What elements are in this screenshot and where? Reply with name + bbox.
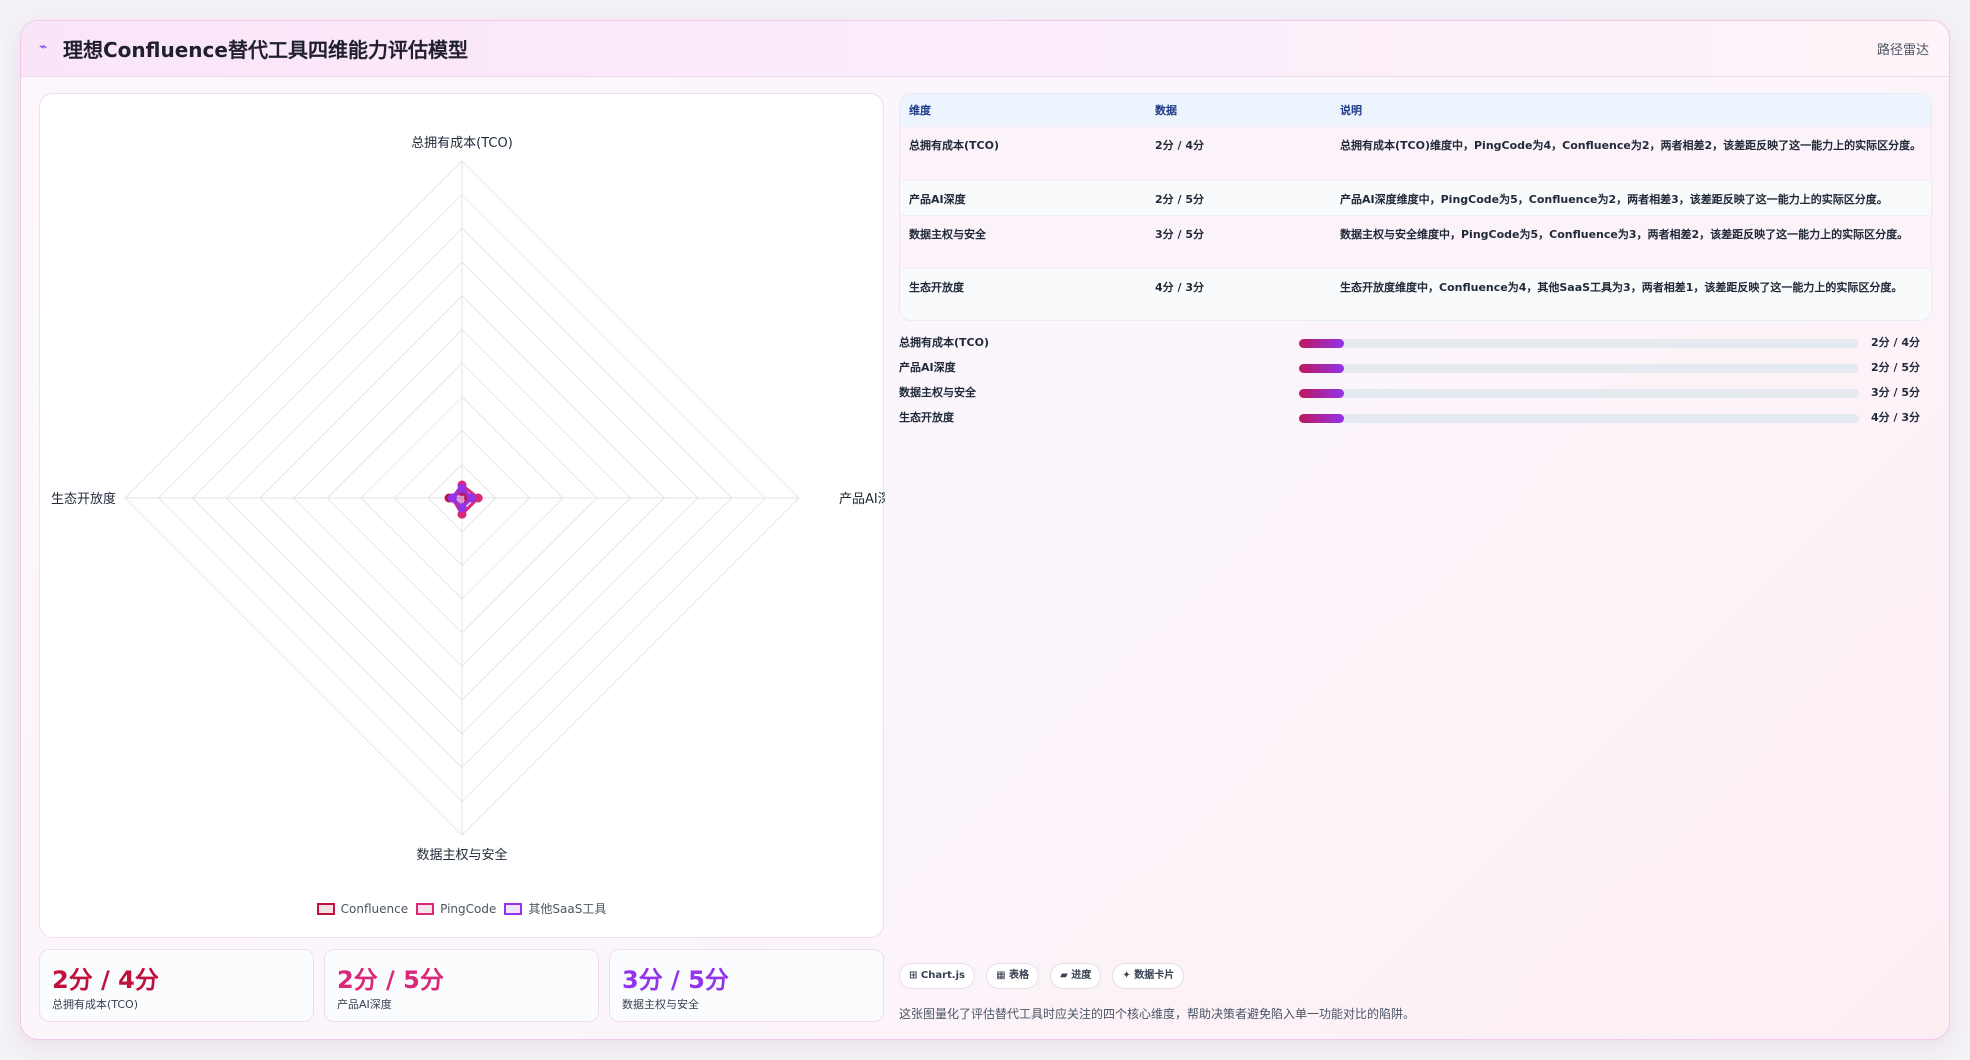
progress-row: 总拥有成本(TCO) 2分 / 4分 xyxy=(899,331,1932,356)
progress-track xyxy=(1299,389,1859,398)
progress-fill xyxy=(1299,364,1344,373)
data-table: 维度 数据 说明 总拥有成本(TCO) 2分 / 4分 总拥有成本(TCO)维度… xyxy=(899,93,1932,321)
radar-icon: ⌁ xyxy=(39,39,48,55)
footnote: 这张图量化了评估替代工具时应关注的四个核心维度，帮助决策者避免陷入单一功能对比的… xyxy=(899,1007,1416,1021)
table-cell: 数据主权与安全 xyxy=(909,227,986,241)
axis-label: 总拥有成本(TCO) xyxy=(411,136,513,151)
progress-label: 数据主权与安全 xyxy=(899,386,976,399)
chip-data-card[interactable]: ✦ 数据卡片 xyxy=(1112,963,1185,989)
stat-card-tco: 2分 / 4分 总拥有成本(TCO) xyxy=(39,949,314,1022)
progress-track xyxy=(1299,364,1859,373)
stat-value: 3分 / 5分 xyxy=(622,966,729,994)
legend-item[interactable]: PingCode xyxy=(416,902,496,916)
table-header-description: 说明 xyxy=(1340,103,1362,117)
table-cell: 产品AI深度维度中，PingCode为5，Confluence为2，两者相差3，… xyxy=(1340,192,1888,206)
table-cell: 数据主权与安全维度中，PingCode为5，Confluence为3，两者相差2… xyxy=(1340,227,1909,241)
legend-swatch xyxy=(504,902,523,915)
chart-legend: Confluence PingCode 其他SaaS工具 xyxy=(40,900,883,918)
legend-item[interactable]: Confluence xyxy=(316,901,409,916)
legend-item[interactable]: 其他SaaS工具 xyxy=(504,900,606,917)
progress-fill xyxy=(1299,414,1344,423)
page-title: 理想Confluence替代工具四维能力评估模型 xyxy=(63,38,468,62)
table-header-data: 数据 xyxy=(1155,103,1177,117)
view-chips: ⊞ Chart.js ▦ 表格 ▰ 进度 ✦ 数据卡片 xyxy=(899,963,1190,989)
radar-chart: 总拥有成本(TCO) 产品AI深度数据主权与安全 生态开放度 xyxy=(51,136,885,863)
chip-table[interactable]: ▦ 表格 xyxy=(986,963,1039,989)
header: ⌁ 理想Confluence替代工具四维能力评估模型 路径雷达 xyxy=(21,21,1949,77)
table-cell: 4分 / 3分 xyxy=(1155,280,1204,294)
radar-chart-panel: 总拥有成本(TCO) 产品AI深度数据主权与安全 生态开放度 Confluence P… xyxy=(39,93,885,938)
progress-row: 产品AI深度 2分 / 5分 xyxy=(899,356,1932,381)
legend-swatch xyxy=(416,902,435,915)
table-cell: 产品AI深度 xyxy=(909,192,966,206)
series-point xyxy=(457,503,467,513)
table-cell: 总拥有成本(TCO)维度中，PingCode为4，Confluence为2，两者… xyxy=(1340,138,1922,152)
progress-label: 总拥有成本(TCO) xyxy=(899,336,989,349)
table-cell: 总拥有成本(TCO) xyxy=(909,138,999,152)
stat-label: 产品AI深度 xyxy=(337,998,392,1011)
table-row: 总拥有成本(TCO) 2分 / 4分 总拥有成本(TCO)维度中，PingCod… xyxy=(900,126,1931,180)
progress-row: 数据主权与安全 3分 / 5分 xyxy=(899,381,1932,406)
main-card: ⌁ 理想Confluence替代工具四维能力评估模型 路径雷达 总拥有成本(TC… xyxy=(20,20,1950,1040)
table-row: 数据主权与安全 3分 / 5分 数据主权与安全维度中，PingCode为5，Co… xyxy=(900,215,1931,268)
table-cell: 3分 / 5分 xyxy=(1155,227,1204,241)
progress-fill xyxy=(1299,339,1344,348)
series-point xyxy=(467,493,477,503)
progress-value: 4分 / 3分 xyxy=(1871,411,1920,424)
table-cell: 生态开放度维度中，Confluence为4，其他SaaS工具为3，两者相差1，该… xyxy=(1340,280,1903,294)
legend-swatch xyxy=(316,902,335,915)
table-cell: 2分 / 5分 xyxy=(1155,192,1204,206)
progress-value: 2分 / 5分 xyxy=(1871,361,1920,374)
stat-value: 2分 / 5分 xyxy=(337,966,444,994)
table-row: 生态开放度 4分 / 3分 生态开放度维度中，Confluence为4，其他Sa… xyxy=(900,268,1931,320)
table-header-dimension: 维度 xyxy=(909,103,931,117)
legend-label: 其他SaaS工具 xyxy=(528,902,607,916)
progress-label: 产品AI深度 xyxy=(899,361,956,374)
legend-label: Confluence xyxy=(340,901,409,916)
progress-list: 总拥有成本(TCO) 2分 / 4分 产品AI深度 2分 / 5分 数据主权与安… xyxy=(899,331,1932,431)
stat-label: 数据主权与安全 xyxy=(622,998,699,1011)
table-header-row: 维度 数据 说明 xyxy=(900,94,1931,126)
stat-card-ai-depth: 2分 / 5分 产品AI深度 xyxy=(324,949,599,1022)
series-point xyxy=(447,493,457,503)
series-point xyxy=(457,483,467,493)
axis-label: 产品AI深度 xyxy=(839,491,885,507)
stat-label: 总拥有成本(TCO) xyxy=(52,998,138,1011)
header-badge: 路径雷达 xyxy=(1876,43,1929,58)
progress-value: 2分 / 4分 xyxy=(1871,336,1920,349)
table-row: 产品AI深度 2分 / 5分 产品AI深度维度中，PingCode为5，Conf… xyxy=(900,180,1931,215)
stat-value: 2分 / 4分 xyxy=(52,966,159,994)
progress-track xyxy=(1299,339,1859,348)
progress-value: 3分 / 5分 xyxy=(1871,386,1920,399)
progress-track xyxy=(1299,414,1859,423)
stat-card-data-security: 3分 / 5分 数据主权与安全 xyxy=(609,949,884,1022)
progress-fill xyxy=(1299,389,1344,398)
progress-label: 生态开放度 xyxy=(899,411,954,424)
chip-chartjs[interactable]: ⊞ Chart.js xyxy=(899,963,975,989)
legend-label: PingCode xyxy=(440,901,497,916)
axis-label: 数据主权与安全 xyxy=(416,847,507,863)
axis-label: 生态开放度 xyxy=(51,491,116,507)
table-cell: 生态开放度 xyxy=(909,280,964,294)
chip-progress[interactable]: ▰ 进度 xyxy=(1050,963,1102,989)
table-cell: 2分 / 4分 xyxy=(1155,138,1204,152)
progress-row: 生态开放度 4分 / 3分 xyxy=(899,406,1932,431)
